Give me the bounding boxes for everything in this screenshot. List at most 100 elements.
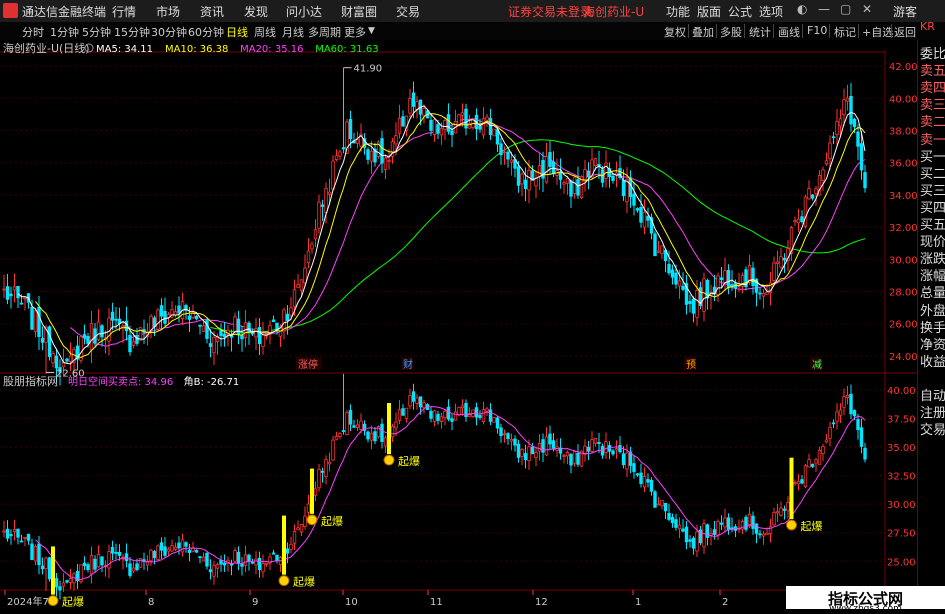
- candle-body[interactable]: [292, 289, 297, 307]
- candle-body[interactable]: [37, 306, 41, 337]
- candle-body[interactable]: [299, 279, 304, 291]
- candle-body[interactable]: [54, 355, 59, 369]
- candle-body[interactable]: [212, 337, 216, 354]
- candle-body[interactable]: [86, 335, 90, 344]
- candle-body[interactable]: [254, 328, 258, 338]
- candle-body[interactable]: [824, 160, 829, 164]
- candle-body[interactable]: [422, 107, 426, 116]
- tool-mark[interactable]: 标记: [834, 24, 856, 40]
- candle-body[interactable]: [247, 322, 251, 333]
- minimize-icon[interactable]: —: [818, 2, 830, 16]
- menu-item-options[interactable]: 选项: [759, 3, 783, 20]
- candle-body[interactable]: [807, 188, 811, 200]
- candle-body[interactable]: [415, 101, 419, 110]
- candle-body[interactable]: [621, 179, 626, 197]
- candle-body[interactable]: [159, 305, 164, 317]
- candle-body[interactable]: [436, 124, 440, 134]
- candle-body[interactable]: [838, 118, 843, 127]
- candle-body[interactable]: [355, 139, 360, 144]
- candle-body[interactable]: [236, 318, 241, 335]
- candle-body[interactable]: [488, 118, 493, 136]
- candle-body[interactable]: [338, 151, 342, 157]
- menu-item-layout[interactable]: 版面: [697, 3, 721, 20]
- candle-body[interactable]: [842, 99, 846, 116]
- candle-body[interactable]: [821, 169, 825, 181]
- candle-body[interactable]: [257, 327, 262, 344]
- candle-body[interactable]: [520, 173, 524, 185]
- candle-body[interactable]: [793, 220, 797, 223]
- candle-body[interactable]: [751, 267, 755, 286]
- candle-body[interactable]: [831, 136, 836, 139]
- candle-body[interactable]: [310, 243, 314, 250]
- period-monthly[interactable]: 月线: [282, 24, 304, 40]
- candle-body[interactable]: [481, 117, 486, 136]
- candle-body[interactable]: [114, 318, 118, 321]
- candle-body[interactable]: [653, 233, 657, 257]
- candle-body[interactable]: [5, 286, 10, 300]
- candle-body[interactable]: [723, 270, 727, 284]
- candle-body[interactable]: [285, 313, 290, 321]
- candle-body[interactable]: [702, 278, 706, 312]
- candle-body[interactable]: [572, 176, 577, 194]
- candle-body[interactable]: [401, 116, 405, 127]
- candle-body[interactable]: [334, 155, 339, 161]
- candle-body[interactable]: [835, 120, 839, 135]
- candle-body[interactable]: [803, 196, 808, 227]
- candle-body[interactable]: [30, 306, 34, 330]
- candle-body[interactable]: [670, 269, 675, 278]
- candle-body[interactable]: [383, 157, 388, 170]
- candle-body[interactable]: [460, 112, 465, 116]
- candle-body[interactable]: [558, 171, 563, 180]
- tool-draw-line[interactable]: 画线: [778, 24, 800, 40]
- candle-body[interactable]: [317, 201, 321, 229]
- candle-body[interactable]: [667, 263, 671, 274]
- tool-add-watchlist[interactable]: +自选: [862, 24, 893, 40]
- candle-body[interactable]: [128, 334, 132, 353]
- tool-fuquan[interactable]: 复权: [664, 24, 686, 40]
- tool-back[interactable]: 返回: [894, 24, 916, 40]
- menu-item-market[interactable]: 行情: [112, 3, 136, 20]
- candle-body[interactable]: [516, 166, 521, 186]
- candle-body[interactable]: [201, 325, 206, 332]
- candle-body[interactable]: [800, 216, 804, 223]
- candle-body[interactable]: [12, 286, 17, 291]
- candle-body[interactable]: [506, 151, 510, 160]
- candle-body[interactable]: [810, 194, 815, 199]
- candle-body[interactable]: [208, 343, 213, 347]
- candle-body[interactable]: [845, 97, 850, 102]
- guest-label[interactable]: 游客: [893, 3, 917, 20]
- candle-body[interactable]: [674, 272, 678, 285]
- candle-body[interactable]: [660, 245, 664, 254]
- period-1min[interactable]: 1分钟: [50, 24, 79, 40]
- candle-body[interactable]: [194, 315, 199, 320]
- candle-body[interactable]: [348, 118, 353, 140]
- candle-body[interactable]: [296, 284, 300, 288]
- period-30min[interactable]: 30分钟: [151, 24, 187, 40]
- candle-body[interactable]: [677, 280, 682, 287]
- candle-body[interactable]: [443, 120, 447, 130]
- candle-body[interactable]: [432, 119, 437, 136]
- candle-body[interactable]: [576, 179, 580, 196]
- menu-item-trade[interactable]: 交易: [396, 3, 420, 20]
- period-intraday[interactable]: 分时: [22, 24, 44, 40]
- skin-icon[interactable]: ◐: [797, 2, 807, 16]
- candle-body[interactable]: [719, 277, 724, 281]
- candle-body[interactable]: [110, 311, 115, 321]
- candle-body[interactable]: [96, 321, 101, 340]
- candle-body[interactable]: [586, 170, 591, 178]
- tool-statistics[interactable]: 统计: [749, 24, 771, 40]
- candle-body[interactable]: [796, 218, 801, 224]
- candle-body[interactable]: [47, 326, 52, 357]
- candle-body[interactable]: [548, 152, 552, 167]
- candle-body[interactable]: [313, 229, 318, 240]
- candle-body[interactable]: [859, 143, 864, 171]
- candle-body[interactable]: [765, 291, 769, 295]
- candle-body[interactable]: [366, 149, 370, 160]
- candle-body[interactable]: [40, 337, 45, 343]
- candle-body[interactable]: [492, 128, 496, 137]
- candle-body[interactable]: [240, 335, 244, 340]
- candle-body[interactable]: [656, 250, 661, 253]
- candle-body[interactable]: [369, 150, 374, 162]
- menu-item-wealth[interactable]: 财富圈: [341, 3, 377, 20]
- candle-body[interactable]: [306, 250, 311, 264]
